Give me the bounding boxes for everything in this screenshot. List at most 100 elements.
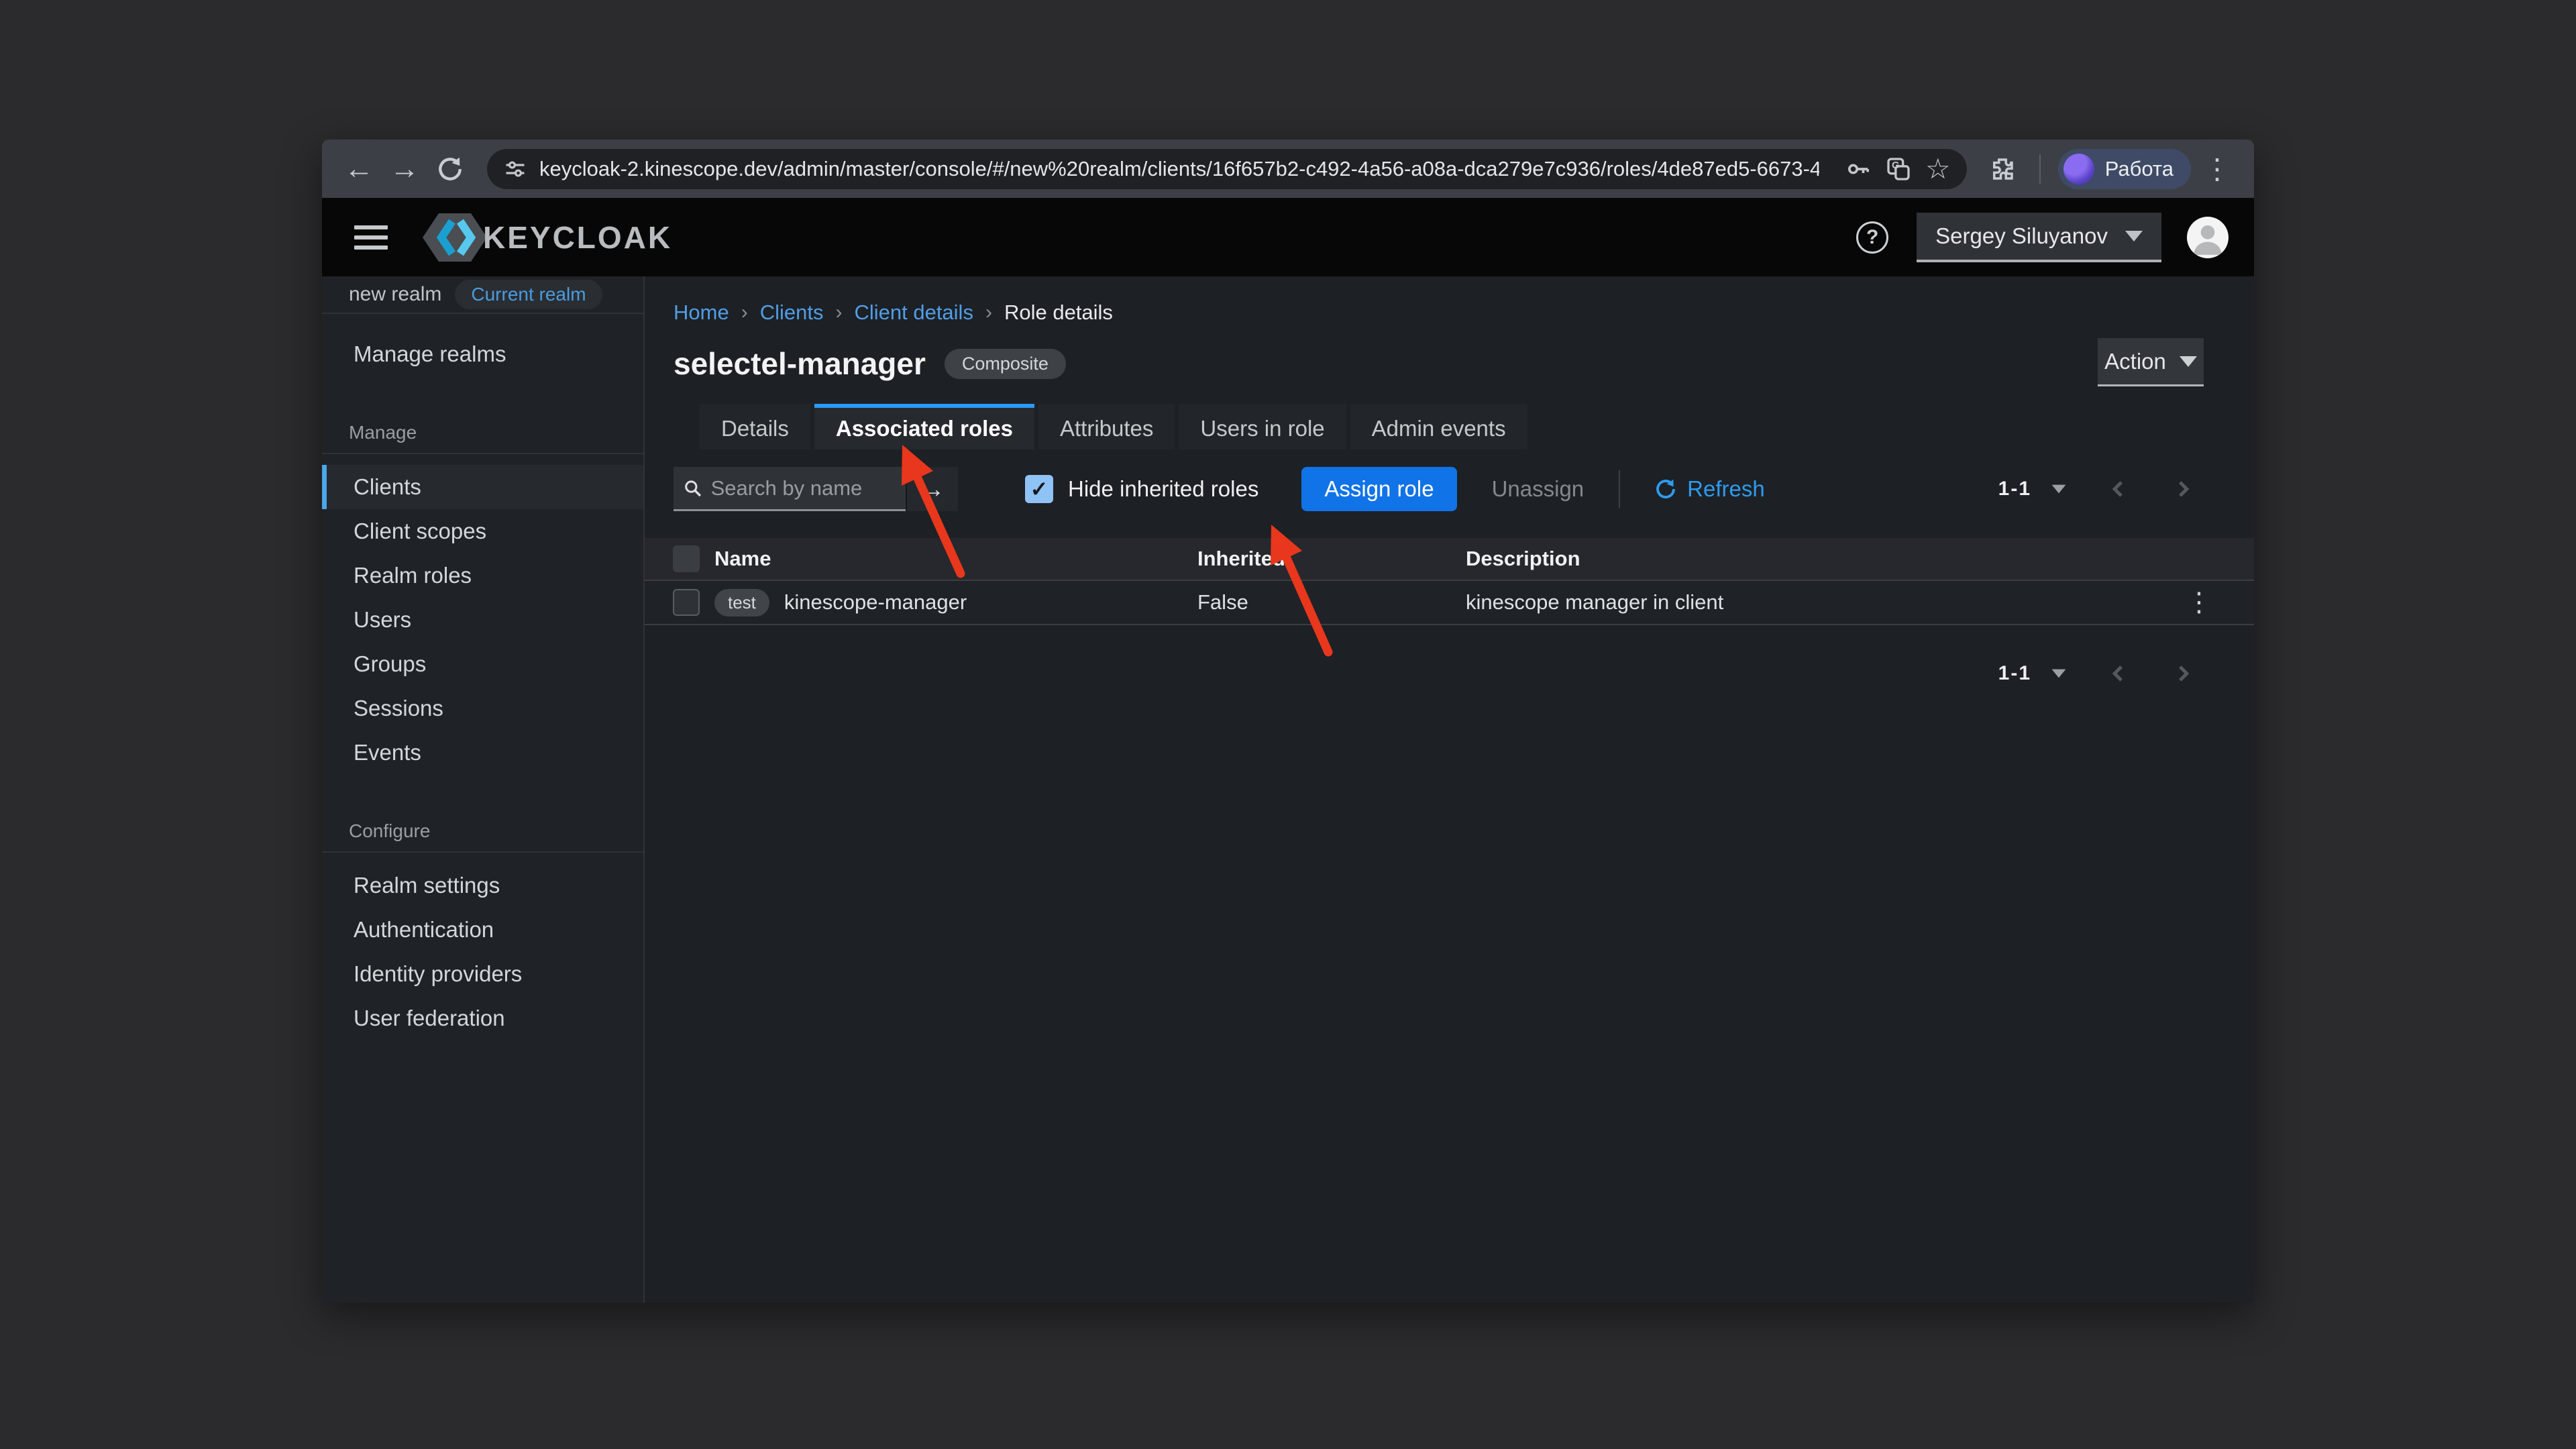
translate-icon[interactable]: G <box>1885 156 1912 182</box>
breadcrumb-separator: › <box>835 301 842 324</box>
role-inherited: False <box>1197 590 1466 614</box>
column-name: Name <box>714 547 1197 571</box>
realm-name: new realm <box>349 283 441 306</box>
prev-page-icon[interactable] <box>2105 660 2132 687</box>
app-header: KEYCLOAK ? Sergey Siluyanov <box>322 198 2254 276</box>
chevron-down-icon <box>2125 231 2143 241</box>
refresh-icon <box>1654 477 1678 501</box>
hide-inherited-label: Hide inherited roles <box>1068 476 1258 502</box>
composite-badge: Composite <box>945 349 1066 379</box>
tab-admin-events[interactable]: Admin events <box>1350 404 1527 449</box>
address-bar[interactable]: keycloak-2.kinescope.dev/admin/master/co… <box>487 149 1967 189</box>
breadcrumb-separator: › <box>985 301 992 324</box>
toolbar-divider <box>2039 154 2041 184</box>
browser-menu-icon[interactable]: ⋮ <box>2198 152 2237 185</box>
next-page-icon[interactable] <box>2169 476 2196 502</box>
tab-bar: Details Associated roles Attributes User… <box>700 404 2254 449</box>
site-settings-icon[interactable] <box>503 157 527 181</box>
tab-users-in-role[interactable]: Users in role <box>1179 404 1346 449</box>
sidebar-section-manage: Manage <box>322 414 643 454</box>
sidebar-item-events[interactable]: Events <box>322 731 643 775</box>
current-realm-badge: Current realm <box>455 280 602 309</box>
svg-text:G: G <box>1892 160 1900 171</box>
sidebar-item-identity-providers[interactable]: Identity providers <box>322 952 643 996</box>
search-submit-button[interactable]: → <box>906 467 958 511</box>
breadcrumb-home[interactable]: Home <box>674 301 729 325</box>
sidebar-item-clients[interactable]: Clients <box>322 465 643 509</box>
table-row: test kinescope-manager False kinescope m… <box>645 580 2254 625</box>
reload-icon[interactable] <box>431 150 470 189</box>
breadcrumb-clients[interactable]: Clients <box>760 301 824 325</box>
breadcrumb-separator: › <box>741 301 748 324</box>
hide-inherited-checkbox[interactable]: ✓ <box>1025 475 1053 503</box>
sidebar-item-realm-roles[interactable]: Realm roles <box>322 553 643 598</box>
bookmark-star-icon[interactable]: ☆ <box>1925 155 1951 183</box>
desktop-background: ← → keycloak-2.kinescope.dev/admin/maste… <box>0 0 2576 1449</box>
refresh-label: Refresh <box>1687 476 1765 502</box>
table-header-row: Name Inherited Description <box>645 538 2254 580</box>
action-label: Action <box>2104 349 2166 374</box>
row-actions-kebab-icon[interactable]: ⋮ <box>2179 587 2219 618</box>
refresh-button[interactable]: Refresh <box>1654 476 1765 502</box>
tab-details[interactable]: Details <box>700 404 810 449</box>
keycloak-logo-text: KEYCLOAK <box>483 219 672 256</box>
hamburger-menu-icon[interactable] <box>354 225 388 250</box>
sidebar-item-client-scopes[interactable]: Client scopes <box>322 509 643 553</box>
sidebar-item-user-federation[interactable]: User federation <box>322 996 643 1040</box>
role-name: kinescope-manager <box>784 590 967 614</box>
chevron-down-icon[interactable] <box>2052 669 2066 678</box>
search-icon <box>683 477 703 500</box>
breadcrumb-current: Role details <box>1004 301 1113 325</box>
page-range: 1-1 <box>1998 478 2031 500</box>
pagination-top: 1-1 <box>1998 476 2196 502</box>
sidebar-item-groups[interactable]: Groups <box>322 642 643 686</box>
column-description: Description <box>1466 547 2179 571</box>
action-dropdown-button[interactable]: Action <box>2098 338 2204 386</box>
realm-switcher[interactable]: new realm Current realm <box>322 276 643 314</box>
browser-toolbar: ← → keycloak-2.kinescope.dev/admin/maste… <box>322 140 2254 198</box>
breadcrumb: Home › Clients › Client details › Role d… <box>674 301 2254 325</box>
avatar[interactable] <box>2187 217 2229 258</box>
profile-avatar <box>2063 154 2094 184</box>
sidebar-item-manage-realms[interactable]: Manage realms <box>322 332 643 376</box>
sidebar-item-realm-settings[interactable]: Realm settings <box>322 863 643 908</box>
sidebar-item-sessions[interactable]: Sessions <box>322 686 643 731</box>
client-tag-badge: test <box>714 589 769 616</box>
browser-profile-chip[interactable]: Работа <box>2058 149 2191 189</box>
keycloak-logo: KEYCLOAK <box>420 208 672 267</box>
chevron-down-icon <box>2180 356 2197 367</box>
extensions-icon[interactable] <box>1983 150 2022 189</box>
assign-role-button[interactable]: Assign role <box>1301 467 1456 511</box>
roles-toolbar: → ✓ Hide inherited roles Assign role Una… <box>674 467 2254 511</box>
sidebar: new realm Current realm Manage realms Ma… <box>322 276 645 1303</box>
main-content: Home › Clients › Client details › Role d… <box>645 276 2254 1303</box>
sidebar-item-authentication[interactable]: Authentication <box>322 908 643 952</box>
unassign-button[interactable]: Unassign <box>1492 476 1585 502</box>
row-checkbox[interactable] <box>673 589 700 616</box>
tab-attributes[interactable]: Attributes <box>1038 404 1175 449</box>
forward-icon[interactable]: → <box>385 150 424 189</box>
help-icon[interactable]: ? <box>1856 221 1888 254</box>
address-url[interactable]: keycloak-2.kinescope.dev/admin/master/co… <box>539 157 1819 181</box>
next-page-icon[interactable] <box>2169 660 2196 687</box>
prev-page-icon[interactable] <box>2105 476 2132 502</box>
back-icon[interactable]: ← <box>339 150 378 189</box>
user-name: Sergey Siluyanov <box>1935 223 2108 249</box>
browser-window: ← → keycloak-2.kinescope.dev/admin/maste… <box>322 140 2254 1303</box>
chevron-down-icon[interactable] <box>2052 485 2066 494</box>
select-all-checkbox[interactable] <box>673 545 700 572</box>
keycloak-logo-icon <box>420 208 490 267</box>
password-key-icon[interactable] <box>1845 156 1872 182</box>
role-description: kinescope manager in client <box>1466 590 2179 614</box>
page-title: selectel-manager <box>674 345 926 382</box>
tab-associated-roles[interactable]: Associated roles <box>814 404 1034 449</box>
page-range: 1-1 <box>1998 662 2031 685</box>
column-inherited: Inherited <box>1197 547 1466 571</box>
pagination-bottom: 1-1 <box>645 653 2254 694</box>
search-input[interactable] <box>711 476 896 500</box>
sidebar-item-users[interactable]: Users <box>322 598 643 642</box>
associated-roles-table: Name Inherited Description test kinescop… <box>645 538 2254 625</box>
profile-name: Работа <box>2105 157 2174 181</box>
breadcrumb-client-details[interactable]: Client details <box>854 301 973 325</box>
user-menu[interactable]: Sergey Siluyanov <box>1917 213 2161 262</box>
